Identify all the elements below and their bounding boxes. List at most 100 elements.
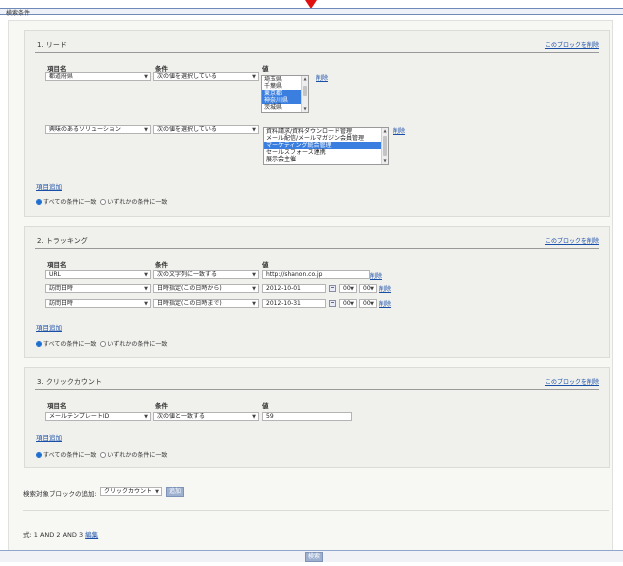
radio-match-all[interactable]	[36, 199, 42, 205]
chevron-down-icon: ▼	[350, 301, 354, 307]
date-from-input[interactable]: 2012-10-01	[262, 284, 326, 293]
chevron-down-icon: ▼	[144, 74, 148, 80]
item-select[interactable]: メールテンプレートID ▼	[45, 412, 151, 421]
item-select-value: メールテンプレートID	[49, 413, 110, 420]
condition-block-lead: 1. リード このブロックを削除 項目名 条件 値 都道府県 ▼ 次の値を選択して…	[24, 30, 610, 217]
list-option-selected[interactable]: マーケティング統合管理	[264, 142, 388, 149]
chevron-down-icon: ▼	[252, 272, 256, 278]
radio-match-all-label: すべての条件に一致	[43, 452, 97, 459]
chevron-down-icon: ▼	[144, 301, 148, 307]
list-option[interactable]: 資料請求/資料ダウンロード管理	[264, 128, 388, 135]
list-option[interactable]: セールスフォース連携	[264, 149, 388, 156]
delete-block-link[interactable]: このブロックを削除	[545, 40, 599, 49]
match-mode-radio-group: すべての条件に一致 いずれかの条件に一致	[36, 339, 167, 348]
item-select[interactable]: 訪問日時 ▼	[45, 299, 151, 308]
item-select-value: 訪問日時	[49, 300, 74, 307]
formula-edit-link[interactable]: 編集	[85, 531, 98, 539]
solution-listbox[interactable]: 資料請求/資料ダウンロード管理 メール配信/メールマガジン会員管理 マーケティン…	[263, 127, 389, 165]
scroll-thumb[interactable]	[383, 136, 387, 156]
list-option[interactable]: 展示会主催	[264, 156, 388, 163]
block-title: 1. リード	[37, 41, 67, 49]
formula-row: 式: 1 AND 2 AND 3 編集	[23, 529, 98, 539]
item-select-value: URL	[49, 271, 61, 278]
radio-match-all-label: すべての条件に一致	[43, 199, 97, 206]
chevron-down-icon: ▼	[252, 286, 256, 292]
delete-row-link[interactable]: 削除	[370, 271, 382, 280]
delete-block-link[interactable]: このブロックを削除	[545, 236, 599, 245]
condition-select[interactable]: 次の値と一致する ▼	[153, 412, 259, 421]
condition-select-value: 次の値と一致する	[157, 413, 206, 420]
add-block-button[interactable]: 追加	[166, 487, 184, 497]
list-option[interactable]: メール配信/メールマガジン会員管理	[264, 135, 388, 142]
delete-row-link[interactable]: 削除	[379, 284, 391, 293]
search-button[interactable]: 検索	[305, 552, 323, 562]
item-select[interactable]: URL ▼	[45, 270, 151, 279]
item-select[interactable]: 訪問日時 ▼	[45, 284, 151, 293]
block-divider	[35, 52, 599, 53]
template-id-input[interactable]: 59	[262, 412, 352, 421]
radio-match-all[interactable]	[36, 341, 42, 347]
item-select[interactable]: 都道府県 ▼	[45, 72, 151, 81]
scroll-thumb[interactable]	[303, 86, 307, 96]
date-to-input[interactable]: 2012-10-31	[262, 299, 326, 308]
radio-match-any[interactable]	[100, 199, 107, 205]
chevron-down-icon: ▼	[252, 414, 256, 420]
calendar-icon[interactable]	[329, 300, 336, 307]
scroll-up-icon[interactable]: ▲	[302, 76, 308, 82]
condition-select[interactable]: 次の値を選択している ▼	[153, 125, 259, 134]
radio-match-any[interactable]	[100, 452, 107, 458]
url-value-input[interactable]: http://shanon.co.jp	[262, 270, 370, 279]
minute-select[interactable]: 00 ▼	[359, 299, 377, 308]
column-header-condition: 条件	[155, 402, 168, 410]
column-header-value: 値	[262, 402, 269, 410]
add-item-link[interactable]: 項目追加	[36, 181, 62, 191]
hour-select[interactable]: 00 ▼	[339, 299, 357, 308]
hour-select[interactable]: 00 ▼	[339, 284, 357, 293]
condition-select[interactable]: 次の文字列に一致する ▼	[153, 270, 259, 279]
condition-select-value: 日時指定(この日時から)	[157, 285, 222, 292]
listbox-scrollbar[interactable]: ▲ ▼	[301, 76, 308, 112]
item-select-value: 訪問日時	[49, 285, 74, 292]
footer-divider	[23, 510, 609, 511]
delete-row-link[interactable]: 削除	[393, 126, 405, 135]
condition-select[interactable]: 日時指定(この日時まで) ▼	[153, 299, 259, 308]
radio-match-any-label: いずれかの条件に一致	[107, 199, 168, 206]
condition-select-value: 次の値を選択している	[157, 126, 217, 133]
item-select-value: 都道府県	[49, 73, 74, 80]
condition-select-value: 次の文字列に一致する	[157, 271, 218, 278]
add-item-link[interactable]: 項目追加	[36, 322, 62, 332]
chevron-down-icon: ▼	[252, 74, 256, 80]
scroll-down-icon[interactable]: ▼	[382, 158, 388, 164]
listbox-scrollbar[interactable]: ▲ ▼	[381, 128, 388, 164]
block-divider	[35, 248, 599, 249]
condition-select[interactable]: 日時指定(この日時から) ▼	[153, 284, 259, 293]
add-block-select[interactable]: クリックカウント ▼	[100, 487, 162, 496]
prefecture-listbox[interactable]: 埼玉県 千葉県 東京都 神奈川県 茨城県 ▲ ▼	[261, 75, 309, 113]
radio-match-any[interactable]	[100, 341, 107, 347]
column-header-item: 項目名	[47, 261, 67, 269]
delete-row-link[interactable]: 削除	[316, 73, 328, 82]
condition-block-click-count: 3. クリックカウント このブロックを削除 項目名 条件 値 メールテンプレート…	[24, 367, 610, 468]
column-header-value: 値	[262, 65, 269, 73]
block-divider	[35, 389, 599, 390]
chevron-down-icon: ▼	[370, 301, 374, 307]
item-select[interactable]: 興味のあるソリューション ▼	[45, 125, 151, 134]
calendar-icon[interactable]	[329, 285, 336, 292]
scroll-down-icon[interactable]: ▼	[302, 106, 308, 112]
scroll-up-icon[interactable]: ▲	[382, 128, 388, 134]
condition-select[interactable]: 次の値を選択している ▼	[153, 72, 259, 81]
condition-select-value: 次の値を選択している	[157, 73, 217, 80]
radio-match-all[interactable]	[36, 452, 42, 458]
chevron-down-icon: ▼	[144, 272, 148, 278]
block-title: 3. クリックカウント	[37, 378, 102, 386]
column-header-item: 項目名	[47, 402, 67, 410]
match-mode-radio-group: すべての条件に一致 いずれかの条件に一致	[36, 450, 167, 459]
radio-match-all-label: すべての条件に一致	[43, 341, 97, 348]
formula-text: 1 AND 2 AND 3	[33, 531, 84, 539]
column-header-condition: 条件	[155, 261, 168, 269]
delete-row-link[interactable]: 削除	[379, 299, 391, 308]
add-item-link[interactable]: 項目追加	[36, 432, 62, 442]
delete-block-link[interactable]: このブロックを削除	[545, 377, 599, 386]
minute-select[interactable]: 00 ▼	[359, 284, 377, 293]
condition-select-value: 日時指定(この日時まで)	[157, 300, 222, 307]
